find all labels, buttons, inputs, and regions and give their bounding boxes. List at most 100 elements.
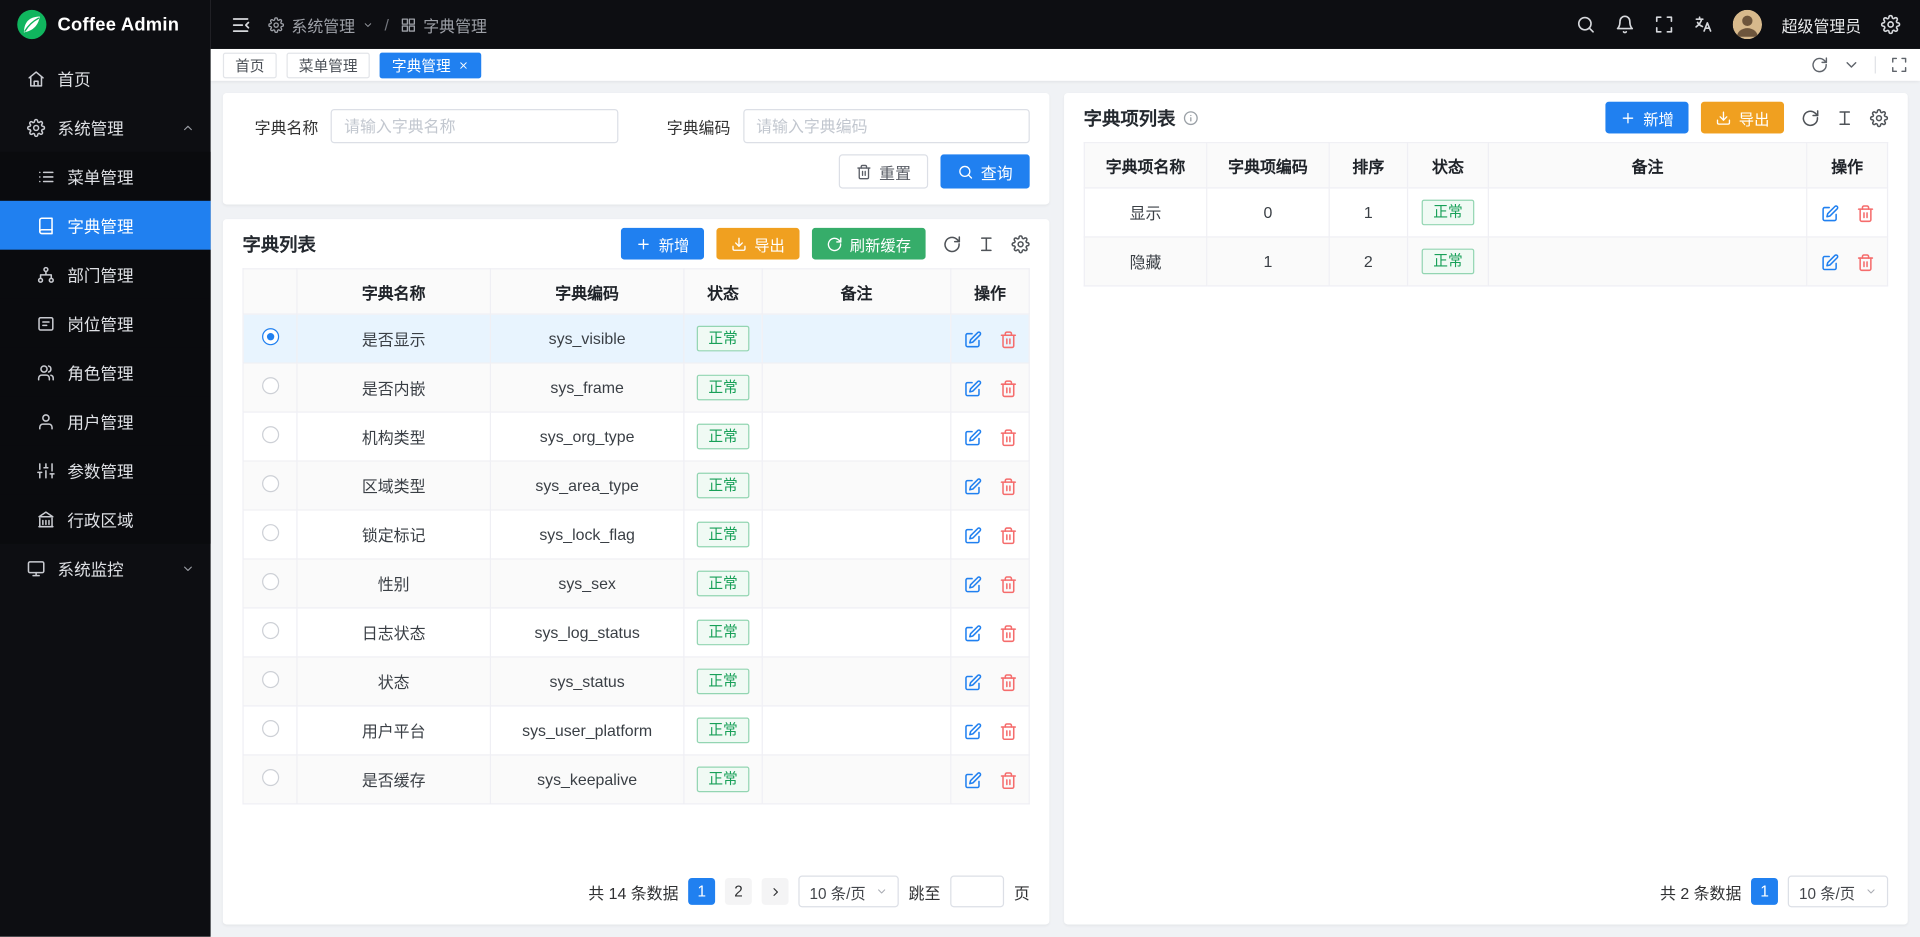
delete-icon[interactable] xyxy=(999,722,1017,740)
gear-icon[interactable] xyxy=(1011,234,1029,252)
settings-gear-icon[interactable] xyxy=(1881,15,1901,35)
page-size-select[interactable]: 10 条/页 xyxy=(1788,876,1888,908)
table-row[interactable]: 是否显示 sys_visible 正常 xyxy=(243,314,1029,363)
page-button-1[interactable]: 1 xyxy=(688,878,715,905)
edit-icon[interactable] xyxy=(963,477,981,495)
column-header: 字典项名称 xyxy=(1084,143,1206,188)
table-row[interactable]: 是否内嵌 sys_frame 正常 xyxy=(243,363,1029,412)
sidebar-item-post-management[interactable]: 岗位管理 xyxy=(0,299,211,348)
tab-menu-management[interactable]: 菜单管理 xyxy=(287,52,370,78)
delete-icon[interactable] xyxy=(999,428,1017,446)
jump-page-input[interactable] xyxy=(950,876,1004,908)
sidebar-group-system-management[interactable]: 系统管理 xyxy=(0,103,211,152)
row-radio[interactable] xyxy=(261,475,278,492)
delete-icon[interactable] xyxy=(1856,204,1874,222)
page-button-2[interactable]: 2 xyxy=(725,878,752,905)
sidebar-group-system-monitor[interactable]: 系统监控 xyxy=(0,544,211,593)
row-radio[interactable] xyxy=(261,769,278,786)
sidebar-item-home[interactable]: 首页 xyxy=(0,54,211,103)
row-radio[interactable] xyxy=(261,720,278,737)
edit-icon[interactable] xyxy=(1820,253,1838,271)
sidebar-item-param-management[interactable]: 参数管理 xyxy=(0,446,211,495)
delete-icon[interactable] xyxy=(1856,253,1874,271)
refresh-cache-button[interactable]: 刷新缓存 xyxy=(812,228,926,260)
add-item-button[interactable]: 新增 xyxy=(1605,102,1688,134)
delete-icon[interactable] xyxy=(999,526,1017,544)
dict-code-input[interactable] xyxy=(743,109,1030,143)
info-icon[interactable] xyxy=(1183,110,1199,126)
delete-icon[interactable] xyxy=(999,771,1017,789)
export-dict-button[interactable]: 导出 xyxy=(716,228,799,260)
edit-icon[interactable] xyxy=(963,624,981,642)
column-setting-icon[interactable] xyxy=(977,234,995,252)
edit-icon[interactable] xyxy=(1820,204,1838,222)
edit-icon[interactable] xyxy=(963,771,981,789)
table-row[interactable]: 日志状态 sys_log_status 正常 xyxy=(243,608,1029,657)
tab-home[interactable]: 首页 xyxy=(223,52,277,78)
reload-icon[interactable] xyxy=(1801,108,1819,126)
next-page-button[interactable] xyxy=(762,878,789,905)
table-row[interactable]: 状态 sys_status 正常 xyxy=(243,657,1029,706)
edit-icon[interactable] xyxy=(963,722,981,740)
edit-icon[interactable] xyxy=(963,526,981,544)
table-row[interactable]: 区域类型 sys_area_type 正常 xyxy=(243,461,1029,510)
export-item-button[interactable]: 导出 xyxy=(1701,102,1784,134)
delete-icon[interactable] xyxy=(999,575,1017,593)
menu-fold-icon[interactable] xyxy=(230,14,251,35)
delete-icon[interactable] xyxy=(999,330,1017,348)
chevron-down-icon[interactable] xyxy=(1843,56,1860,73)
table-row[interactable]: 性别 sys_sex 正常 xyxy=(243,559,1029,608)
table-row[interactable]: 隐藏 1 2 正常 xyxy=(1084,237,1887,286)
table-row[interactable]: 机构类型 sys_org_type 正常 xyxy=(243,412,1029,461)
reset-button[interactable]: 重置 xyxy=(839,154,928,188)
add-dict-button[interactable]: 新增 xyxy=(621,228,704,260)
translate-icon[interactable] xyxy=(1693,15,1713,35)
sidebar-item-menu-management[interactable]: 菜单管理 xyxy=(0,152,211,201)
table-row[interactable]: 显示 0 1 正常 xyxy=(1084,188,1887,237)
row-radio[interactable] xyxy=(261,524,278,541)
column-setting-icon[interactable] xyxy=(1836,108,1854,126)
row-radio[interactable] xyxy=(261,328,278,345)
row-radio[interactable] xyxy=(261,426,278,443)
page-button-1[interactable]: 1 xyxy=(1751,878,1778,905)
expand-content-icon[interactable] xyxy=(1891,56,1908,73)
refresh-icon[interactable] xyxy=(1811,56,1828,73)
query-button[interactable]: 查询 xyxy=(940,154,1029,188)
table-row[interactable]: 是否缓存 sys_keepalive 正常 xyxy=(243,755,1029,804)
gear-icon[interactable] xyxy=(1870,108,1888,126)
row-radio[interactable] xyxy=(261,573,278,590)
page-size-select[interactable]: 10 条/页 xyxy=(799,876,899,908)
edit-icon[interactable] xyxy=(963,379,981,397)
sidebar-item-dict-management[interactable]: 字典管理 xyxy=(0,201,211,250)
sidebar-item-user-management[interactable]: 用户管理 xyxy=(0,397,211,446)
search-icon[interactable] xyxy=(1576,15,1596,35)
delete-icon[interactable] xyxy=(999,379,1017,397)
app-logo[interactable]: Coffee Admin xyxy=(0,0,211,49)
edit-icon[interactable] xyxy=(963,673,981,691)
edit-icon[interactable] xyxy=(963,330,981,348)
dict-name-input[interactable] xyxy=(331,109,618,143)
delete-icon[interactable] xyxy=(999,624,1017,642)
edit-icon[interactable] xyxy=(963,575,981,593)
divider xyxy=(1875,56,1876,73)
table-row[interactable]: 用户平台 sys_user_platform 正常 xyxy=(243,706,1029,755)
reload-icon[interactable] xyxy=(943,234,961,252)
bell-icon[interactable] xyxy=(1615,15,1635,35)
row-radio[interactable] xyxy=(261,671,278,688)
row-radio[interactable] xyxy=(261,622,278,639)
user-avatar[interactable] xyxy=(1733,10,1762,39)
sidebar-item-role-management[interactable]: 角色管理 xyxy=(0,348,211,397)
fullscreen-icon[interactable] xyxy=(1654,15,1674,35)
username[interactable]: 超级管理员 xyxy=(1782,13,1862,36)
tab-dict-management[interactable]: 字典管理 xyxy=(380,52,482,78)
breadcrumb-level2[interactable]: 字典管理 xyxy=(423,13,487,36)
delete-icon[interactable] xyxy=(999,673,1017,691)
sidebar-item-dept-management[interactable]: 部门管理 xyxy=(0,250,211,299)
table-row[interactable]: 锁定标记 sys_lock_flag 正常 xyxy=(243,510,1029,559)
close-icon[interactable] xyxy=(458,59,469,70)
row-radio[interactable] xyxy=(261,377,278,394)
delete-icon[interactable] xyxy=(999,477,1017,495)
edit-icon[interactable] xyxy=(963,428,981,446)
sidebar-item-region-management[interactable]: 行政区域 xyxy=(0,495,211,544)
breadcrumb-level1[interactable]: 系统管理 xyxy=(291,13,355,36)
